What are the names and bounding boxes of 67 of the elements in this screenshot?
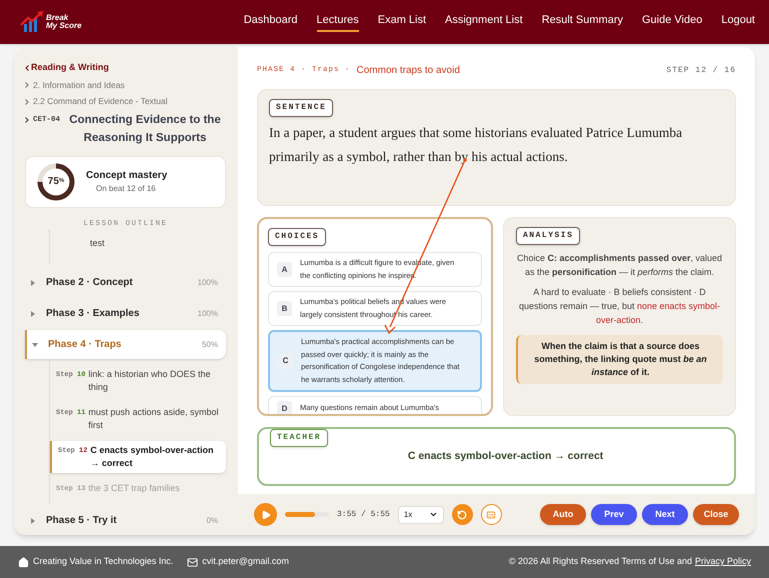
choice-letter: C <box>278 354 293 368</box>
phase-item[interactable]: Phase 4 · Traps 50% <box>25 330 226 359</box>
logo[interactable]: Break My Score <box>20 11 82 33</box>
chevron-left-icon <box>25 64 29 71</box>
choices-label: CHOICES <box>268 228 326 246</box>
progress-track[interactable] <box>285 512 329 517</box>
mastery-subtitle: On beat 12 of 16 <box>96 183 157 196</box>
analysis-text: A hard to evaluate · B beliefs consistent · D questions remain — true, but none enacts symbol-over-action. <box>518 286 722 327</box>
phase-label: Phase 3 · Examples <box>46 307 140 321</box>
control-button[interactable]: Prev <box>591 504 637 525</box>
privacy-link[interactable]: Privacy Policy <box>694 555 751 569</box>
breadcrumb-link[interactable]: 2. Information and Ideas <box>33 78 125 92</box>
control-button[interactable]: Close <box>693 504 739 525</box>
nav-link[interactable]: Dashboard <box>244 12 298 32</box>
back-link[interactable]: Reading & Writing <box>31 61 109 74</box>
chevron-right-icon <box>25 98 29 105</box>
control-button[interactable]: Next <box>642 504 688 525</box>
company-name: Creating Value in Technologies Inc. <box>33 555 174 568</box>
phase-label: Phase 4 · Traps <box>48 338 122 352</box>
analysis-label: ANALYSIS <box>516 227 580 245</box>
play-icon <box>260 510 270 520</box>
phase-title: Common traps to avoid <box>356 64 460 78</box>
choice-letter: D <box>277 401 292 414</box>
lesson-title: Connecting Evidence to the Reasoning It Supports <box>68 113 222 146</box>
choice-letter: B <box>277 301 292 316</box>
mail-icon <box>187 556 198 568</box>
replay-button[interactable] <box>452 504 473 525</box>
copyright-text: © 2026 All Rights Reserved Terms of Use and <box>508 555 692 568</box>
home-icon <box>18 556 29 568</box>
step-counter: STEP 12 / 16 <box>666 64 736 76</box>
tip-callout: When the claim is that a source does something, the linking quote must be an instance of it. <box>516 335 723 384</box>
analysis-text: Choice C: accomplishments passed over, valued as the personification — it performs the claim. <box>516 252 723 279</box>
phase-percent: 50% <box>202 338 218 350</box>
nav-link[interactable]: Exam List <box>378 12 426 32</box>
mastery-title: Concept mastery <box>86 169 168 184</box>
breadcrumb-link[interactable]: 2.2 Command of Evidence - Textual <box>33 95 168 108</box>
play-button[interactable] <box>254 503 277 526</box>
phase-label: Phase 2 · Concept <box>46 276 134 290</box>
email-link[interactable]: cvit.peter@gmail.com <box>202 555 289 569</box>
control-button[interactable]: Auto <box>540 504 586 525</box>
chevron-down-icon <box>428 510 438 519</box>
sentence-label: SENTENCE <box>269 99 334 117</box>
nav-link[interactable]: Logout <box>721 12 755 32</box>
teacher-label: TEACHER <box>270 429 328 447</box>
phase-item[interactable]: Phase 5 · Try it 0% <box>25 506 226 535</box>
captions-icon <box>486 510 496 520</box>
phase-percent: 0% <box>206 514 218 526</box>
chart-arrow-icon <box>20 11 44 33</box>
nav-link[interactable]: Result Summary <box>542 12 623 32</box>
phase-percent: 100% <box>198 276 218 288</box>
nav-link[interactable]: Guide Video <box>642 12 702 32</box>
step-text: test <box>90 238 105 248</box>
nav-link[interactable]: Lectures <box>316 12 359 32</box>
replay-icon <box>457 510 468 520</box>
speed-dropdown[interactable]: 1x <box>398 506 444 524</box>
time-readout: 3:55 / 5:55 <box>337 508 390 520</box>
teacher-message: C enacts symbol-over-action → correct <box>406 448 604 464</box>
captions-button[interactable] <box>480 504 502 525</box>
phase-percent: 100% <box>198 308 218 320</box>
phase-item[interactable]: Phase 2 · Concept 100% <box>25 268 226 297</box>
chevron-right-icon <box>25 82 29 88</box>
phase-item[interactable]: Phase 3 · Examples 100% <box>25 299 226 328</box>
chevron-right-icon <box>25 117 29 123</box>
caret-down-icon <box>32 342 40 348</box>
nav-link[interactable]: Assignment List <box>445 12 523 32</box>
choice-letter: A <box>277 262 292 277</box>
phase-label: Phase 5 · Try it <box>46 514 118 528</box>
